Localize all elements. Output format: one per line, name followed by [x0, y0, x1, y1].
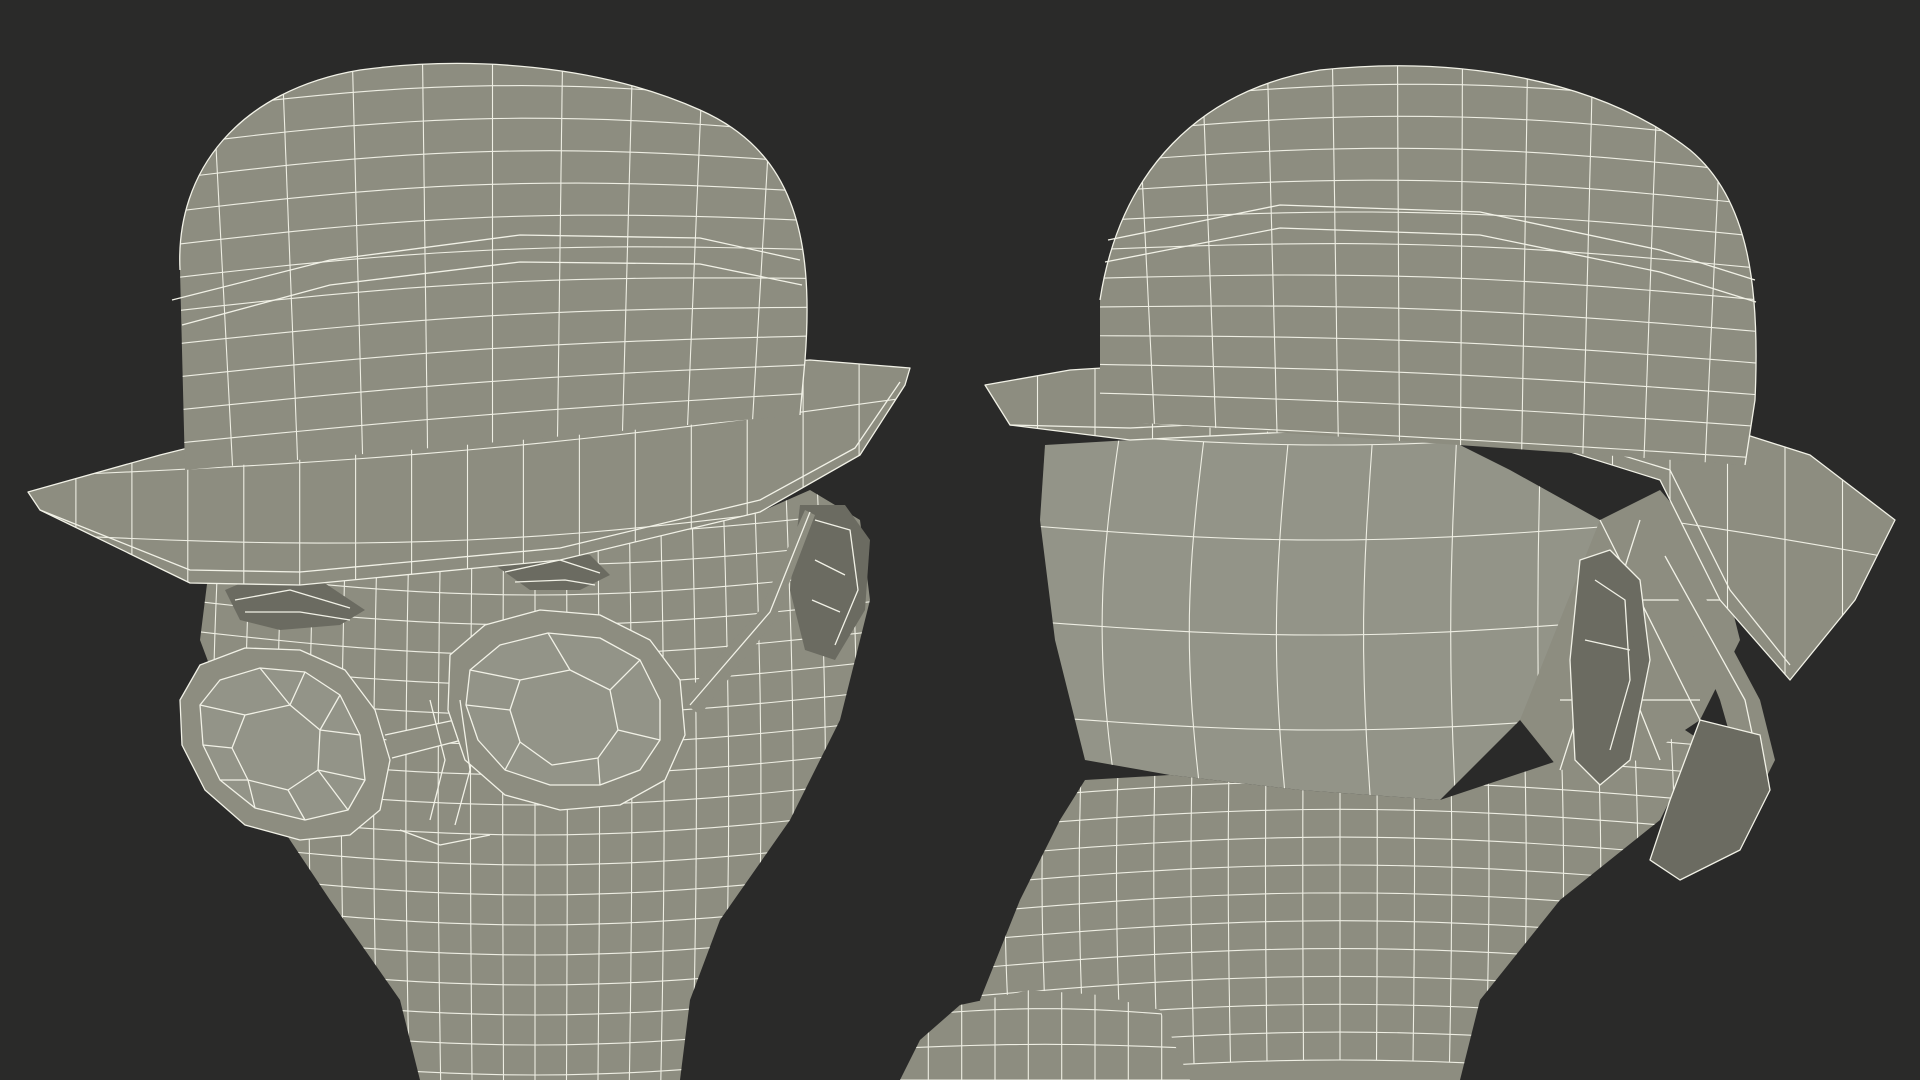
right-head-back — [1040, 432, 1620, 800]
wire-edge — [140, 50, 170, 510]
left-head-model — [27, 20, 911, 1080]
wire-edge — [1015, 430, 1035, 810]
right-head-model — [980, 20, 1896, 1080]
wireframe-render — [27, 20, 1896, 1080]
wire-edge — [1070, 20, 1790, 50]
wire-edge — [140, 20, 845, 50]
render-viewport — [0, 0, 1920, 1080]
wire-edge — [880, 480, 890, 1080]
wire-edge — [1765, 50, 1790, 490]
